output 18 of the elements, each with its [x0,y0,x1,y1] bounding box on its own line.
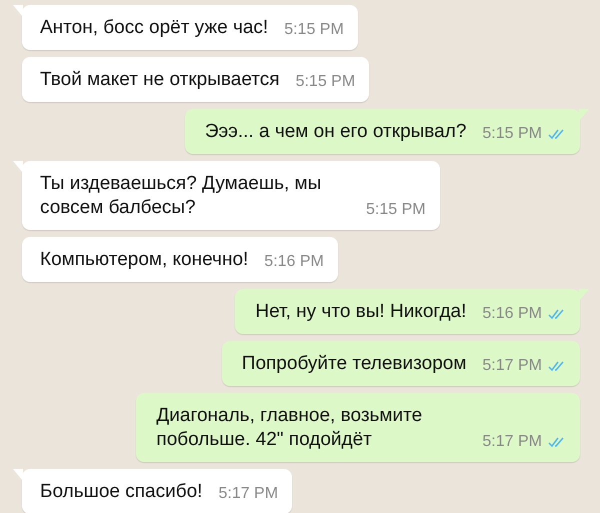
message-time: 5:15 PM [482,125,542,143]
message-text: Эээ... а чем он его открывал? [204,120,466,144]
message-time: 5:16 PM [482,305,542,323]
message-time: 5:15 PM [366,201,426,219]
message-time: 5:16 PM [264,253,324,271]
message-text: Диагональ, главное, возьмите побольше. 42" подойдёт [156,404,424,452]
message-text: Компьютером, конечно! [40,248,248,272]
message-time: 5:17 PM [218,485,278,503]
message-text: Большое спасибо! [40,480,202,504]
message-time: 5:17 PM [482,357,542,375]
message-time: 5:15 PM [296,73,356,91]
message-text: Антон, босс орёт уже час! [40,16,268,40]
message-text: Попробуйте телевизором [242,352,466,376]
message-text: Ты издеваешься? Думаешь, мы совсем балбесы? [40,172,322,220]
message-text: Твой макет не открывается [40,68,280,92]
message-text: Нет, ну что вы! Никогда! [255,300,466,324]
message-time: 5:17 PM [482,433,542,451]
message-time: 5:15 PM [284,21,344,39]
